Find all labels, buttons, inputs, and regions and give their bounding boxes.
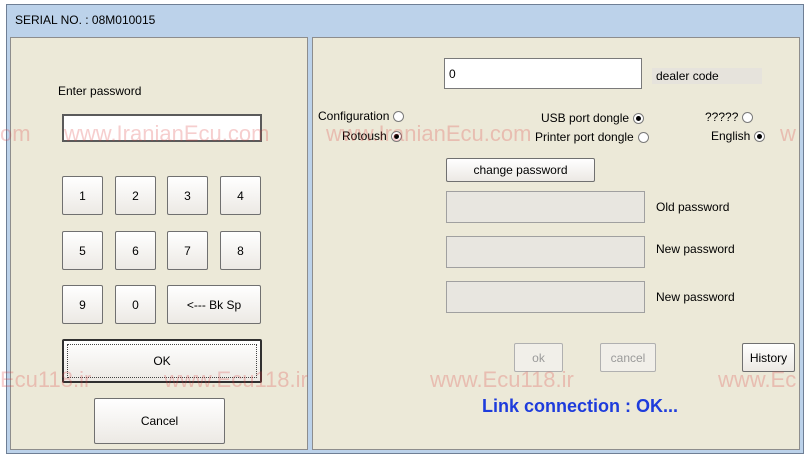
option-usb-dongle[interactable]: USB port dongle xyxy=(541,111,645,125)
history-button[interactable]: History xyxy=(742,343,795,372)
serial-number: 08M010015 xyxy=(91,13,156,27)
key-6[interactable]: 6 xyxy=(115,231,156,270)
change-password-label: change password xyxy=(473,163,568,177)
key-9-label: 9 xyxy=(79,297,86,312)
option-unknown-label: ????? xyxy=(705,110,739,124)
history-label: History xyxy=(749,350,788,365)
cancel-button[interactable]: Cancel xyxy=(94,398,225,444)
key-5[interactable]: 5 xyxy=(62,231,103,270)
key-4-label: 4 xyxy=(237,188,244,203)
old-password-input[interactable] xyxy=(446,191,645,223)
link-status: Link connection : OK... xyxy=(482,396,679,416)
new-password-input[interactable] xyxy=(446,236,645,268)
key-3[interactable]: 3 xyxy=(167,176,208,215)
ok-button[interactable]: OK xyxy=(62,339,262,383)
cancel-small-button[interactable]: cancel xyxy=(600,343,656,372)
key-0[interactable]: 0 xyxy=(115,285,156,324)
cancel-small-label: cancel xyxy=(610,350,646,365)
key-0-label: 0 xyxy=(132,297,139,312)
key-7-label: 7 xyxy=(184,243,191,258)
radio-unknown-icon[interactable] xyxy=(742,112,754,124)
radio-english-icon[interactable] xyxy=(754,131,766,143)
key-8-label: 8 xyxy=(237,243,244,258)
backspace-button[interactable]: <--- Bk Sp xyxy=(167,285,261,324)
enter-password-label: Enter password xyxy=(58,84,142,98)
key-2-label: 2 xyxy=(132,188,139,203)
option-printer-dongle[interactable]: Printer port dongle xyxy=(535,130,649,144)
change-password-button[interactable]: change password xyxy=(446,158,595,182)
radio-configuration-icon[interactable] xyxy=(393,111,405,123)
key-4[interactable]: 4 xyxy=(220,176,261,215)
window-title: SERIAL NO. : 08M010015 xyxy=(15,13,155,27)
radio-usb-dongle-icon[interactable] xyxy=(633,113,645,125)
option-printer-dongle-label: Printer port dongle xyxy=(535,130,634,144)
option-rotoush-label: Rotoush xyxy=(342,129,387,143)
settings-panel: dealer code Configuration Rotoush USB po… xyxy=(312,37,800,450)
key-6-label: 6 xyxy=(132,243,139,258)
dialog-window: SERIAL NO. : 08M010015 Enter password 1 … xyxy=(6,4,804,454)
option-english[interactable]: English xyxy=(711,129,766,143)
key-9[interactable]: 9 xyxy=(62,285,103,324)
key-8[interactable]: 8 xyxy=(220,231,261,270)
dealer-code-label: dealer code xyxy=(656,69,719,83)
option-english-label: English xyxy=(711,129,751,143)
radio-printer-dongle-icon[interactable] xyxy=(637,132,649,144)
password-input[interactable] xyxy=(62,114,262,142)
dealer-code-input[interactable] xyxy=(444,58,642,89)
key-5-label: 5 xyxy=(79,243,86,258)
option-rotoush[interactable]: Rotoush xyxy=(342,129,402,143)
radio-rotoush-icon[interactable] xyxy=(390,131,402,143)
option-unknown[interactable]: ????? xyxy=(705,110,754,124)
option-usb-dongle-label: USB port dongle xyxy=(541,111,630,125)
key-3-label: 3 xyxy=(184,188,191,203)
key-7[interactable]: 7 xyxy=(167,231,208,270)
backspace-label: <--- Bk Sp xyxy=(186,297,242,312)
keypad-panel: Enter password 1 2 3 4 5 6 7 8 9 0 <--- … xyxy=(10,37,308,450)
ok-small-label: ok xyxy=(532,350,545,365)
confirm-password-input[interactable] xyxy=(446,281,645,313)
ok-small-button[interactable]: ok xyxy=(514,343,563,372)
key-1-label: 1 xyxy=(79,188,86,203)
confirm-password-label: New password xyxy=(656,290,735,304)
option-configuration-label: Configuration xyxy=(318,109,390,123)
cancel-label: Cancel xyxy=(140,414,179,428)
key-1[interactable]: 1 xyxy=(62,176,103,215)
key-2[interactable]: 2 xyxy=(115,176,156,215)
old-password-label: Old password xyxy=(656,200,730,214)
focus-rectangle xyxy=(67,344,257,378)
option-configuration[interactable]: Configuration xyxy=(318,109,405,123)
new-password-label: New password xyxy=(656,242,735,256)
serial-prefix: SERIAL NO. : xyxy=(15,13,89,27)
